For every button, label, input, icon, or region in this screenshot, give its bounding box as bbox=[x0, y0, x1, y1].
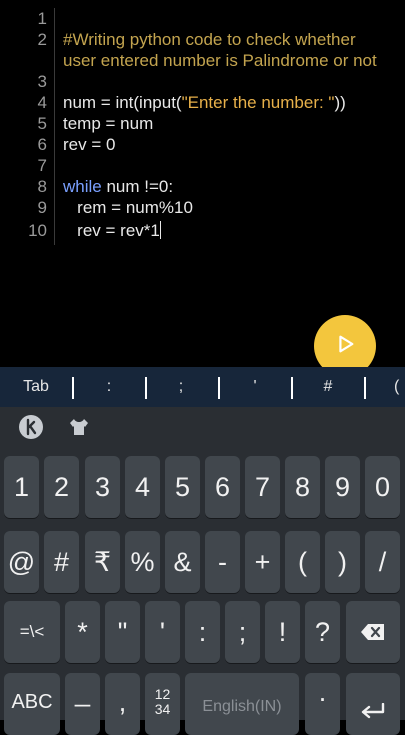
keyword: while bbox=[63, 177, 102, 196]
key-asterisk[interactable]: * bbox=[65, 601, 100, 663]
key-open-paren[interactable]: ( bbox=[285, 531, 320, 593]
symbol-tab[interactable]: Tab bbox=[10, 367, 62, 407]
code-line-2-wrap: user entered number is Palindrome or not bbox=[63, 51, 377, 70]
key-period[interactable]: . bbox=[305, 673, 340, 735]
key-at[interactable]: @ bbox=[4, 531, 39, 593]
keyboard-toolbar bbox=[0, 407, 405, 447]
backspace-icon bbox=[360, 617, 386, 648]
key-numpad[interactable]: 12 34 bbox=[145, 673, 180, 735]
key-minus[interactable]: - bbox=[205, 531, 240, 593]
enter-key[interactable] bbox=[346, 673, 400, 735]
key-percent[interactable]: % bbox=[125, 531, 160, 593]
code-text: )) bbox=[334, 93, 346, 112]
code-line-9: rem = num%10 bbox=[63, 198, 193, 217]
numpad-label-bottom: 34 bbox=[154, 701, 171, 717]
key-hash[interactable]: # bbox=[44, 531, 79, 593]
key-semicolon[interactable]: ; bbox=[225, 601, 260, 663]
key-question[interactable]: ? bbox=[305, 601, 340, 663]
symbol-colon[interactable]: : bbox=[86, 367, 132, 407]
divider bbox=[145, 377, 147, 399]
divider bbox=[291, 377, 293, 399]
play-icon bbox=[334, 333, 356, 360]
line-number: 8 bbox=[37, 177, 47, 196]
key-2[interactable]: 2 bbox=[44, 456, 79, 518]
key-slash[interactable]: / bbox=[365, 531, 400, 593]
divider bbox=[218, 377, 220, 399]
code-text: num !=0: bbox=[101, 177, 174, 196]
key-6[interactable]: 6 bbox=[205, 456, 240, 518]
key-comma[interactable]: , bbox=[105, 673, 140, 735]
symbol-semicolon[interactable]: ; bbox=[158, 367, 204, 407]
code-line-5: temp = num bbox=[63, 114, 154, 133]
line-number: 5 bbox=[37, 114, 47, 133]
line-number: 10 bbox=[28, 221, 47, 240]
backspace-key[interactable] bbox=[346, 601, 400, 663]
key-more-symbols[interactable]: =\< bbox=[4, 601, 60, 663]
code-text: rev = rev*1 bbox=[63, 221, 160, 240]
key-7[interactable]: 7 bbox=[245, 456, 280, 518]
divider bbox=[72, 377, 74, 399]
key-close-paren[interactable]: ) bbox=[325, 531, 360, 593]
key-8[interactable]: 8 bbox=[285, 456, 320, 518]
key-rupee[interactable]: ₹ bbox=[85, 531, 120, 593]
code-line-2: #Writing python code to check whether bbox=[63, 30, 356, 49]
spacebar[interactable]: English(IN) bbox=[185, 673, 299, 735]
symbol-hash[interactable]: # bbox=[305, 367, 351, 407]
code-line-6: rev = 0 bbox=[63, 135, 116, 154]
symbol-quote[interactable]: ' bbox=[232, 367, 278, 407]
line-number: 9 bbox=[37, 198, 47, 217]
line-number-gutter: 1 2 3 4 5 6 7 8 9 10 bbox=[0, 0, 52, 365]
key-1[interactable]: 1 bbox=[4, 456, 39, 518]
symbol-bar: Tab : ; ' # ( bbox=[0, 367, 405, 407]
key-underscore[interactable]: _ bbox=[65, 673, 100, 735]
line-number: 4 bbox=[37, 93, 47, 112]
code-line-4: num = int(input("Enter the number: ")) bbox=[63, 92, 346, 113]
string-literal: "Enter the number: " bbox=[181, 93, 335, 112]
gutter-divider bbox=[54, 8, 55, 245]
key-3[interactable]: 3 bbox=[85, 456, 120, 518]
key-plus[interactable]: + bbox=[245, 531, 280, 593]
line-number: 3 bbox=[37, 72, 47, 91]
kika-logo-icon[interactable] bbox=[18, 414, 44, 440]
code-editor[interactable]: 1 2 3 4 5 6 7 8 9 10 #Writing python cod… bbox=[0, 0, 405, 365]
key-ampersand[interactable]: & bbox=[165, 531, 200, 593]
enter-icon bbox=[360, 695, 386, 726]
key-4[interactable]: 4 bbox=[125, 456, 160, 518]
keyboard: 1 2 3 4 5 6 7 8 9 0 @ # ₹ % & - + ( ) / … bbox=[0, 407, 405, 735]
key-double-quote[interactable]: " bbox=[105, 601, 140, 663]
line-number: 1 bbox=[37, 9, 47, 28]
key-9[interactable]: 9 bbox=[325, 456, 360, 518]
line-number: 6 bbox=[37, 135, 47, 154]
symbol-paren[interactable]: ( bbox=[378, 367, 405, 407]
key-single-quote[interactable]: ' bbox=[145, 601, 180, 663]
line-number: 2 bbox=[37, 30, 47, 49]
text-cursor bbox=[159, 221, 161, 239]
numpad-label-top: 12 bbox=[154, 686, 171, 702]
line-number: 7 bbox=[37, 156, 47, 175]
shirt-icon[interactable] bbox=[66, 414, 92, 440]
key-5[interactable]: 5 bbox=[165, 456, 200, 518]
key-colon[interactable]: : bbox=[185, 601, 220, 663]
code-line-10: rev = rev*1 bbox=[63, 220, 161, 241]
key-0[interactable]: 0 bbox=[365, 456, 400, 518]
divider bbox=[364, 377, 366, 399]
key-abc[interactable]: ABC bbox=[4, 673, 60, 735]
code-text: num = int(input( bbox=[63, 93, 182, 112]
key-exclamation[interactable]: ! bbox=[265, 601, 300, 663]
code-line-8: while num !=0: bbox=[63, 176, 173, 197]
